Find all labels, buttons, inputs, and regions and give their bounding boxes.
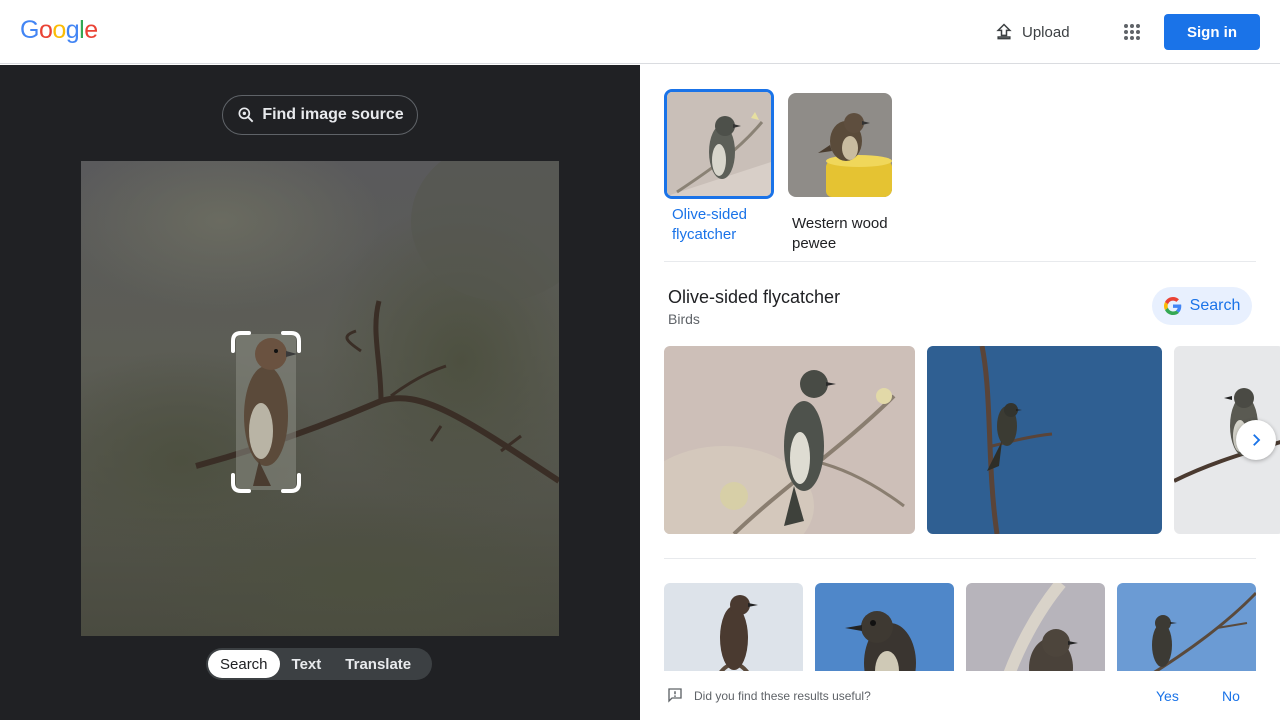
google-g-icon	[1163, 297, 1181, 315]
feedback-question: Did you find these results useful?	[694, 689, 871, 703]
logo-letter: o	[52, 16, 66, 44]
sign-in-button[interactable]: Sign in	[1164, 14, 1260, 50]
entity-title: Olive-sided flycatcher	[668, 287, 841, 307]
tab-text[interactable]: Text	[280, 650, 334, 678]
feedback-yes-button[interactable]: Yes	[1156, 688, 1179, 704]
tab-translate[interactable]: Translate	[333, 650, 423, 678]
query-image-panel: Find image source Search Text Translate	[0, 65, 640, 720]
bird-photo	[81, 161, 559, 636]
suggestion-thumbnail	[788, 93, 892, 197]
lens-search-icon	[238, 107, 254, 123]
chevron-right-icon	[1253, 434, 1261, 446]
logo-letter: G	[20, 16, 39, 44]
result-image[interactable]	[966, 583, 1105, 683]
feedback-icon	[668, 688, 682, 703]
section-divider	[664, 261, 1256, 262]
suggestion-western-wood-pewee[interactable]: Western wood pewee	[788, 93, 900, 253]
entity-search-label: Search	[1189, 297, 1241, 314]
top-bar: Google Upload Sign in	[0, 0, 1280, 64]
google-apps-button[interactable]	[1112, 12, 1152, 52]
section-divider	[664, 558, 1256, 559]
suggestion-olive-sided-flycatcher[interactable]: Olive-sided flycatcher	[664, 89, 776, 249]
logo-letter: e	[84, 16, 98, 44]
upload-icon	[996, 23, 1012, 40]
upload-label: Upload	[1022, 23, 1070, 41]
feedback-bar: Did you find these results useful? Yes N…	[640, 671, 1280, 720]
entity-search-button[interactable]: Search	[1152, 287, 1252, 325]
suggestion-thumbnail	[664, 89, 774, 199]
google-logo[interactable]: Google	[20, 16, 98, 45]
logo-letter: g	[65, 16, 80, 44]
entity-subtitle: Birds	[668, 311, 700, 327]
result-image[interactable]	[927, 346, 1162, 534]
result-image[interactable]	[664, 583, 803, 683]
feedback-no-button[interactable]: No	[1222, 688, 1240, 704]
tab-search[interactable]: Search	[208, 650, 280, 678]
carousel-next-button[interactable]	[1236, 420, 1276, 460]
mode-tabs: Search Text Translate	[206, 648, 432, 680]
apps-grid-icon	[1124, 24, 1140, 40]
query-image[interactable]	[81, 161, 559, 636]
result-image[interactable]	[1117, 583, 1256, 683]
suggestion-label: Western wood pewee	[792, 215, 888, 252]
find-source-label: Find image source	[262, 106, 404, 123]
suggestion-label: Olive-sided flycatcher	[672, 206, 748, 243]
results-panel: Olive-sided flycatcher Western wood pewe…	[640, 65, 1280, 720]
upload-button[interactable]: Upload	[984, 14, 1080, 50]
result-image[interactable]	[664, 346, 915, 534]
logo-letter: o	[38, 16, 53, 44]
result-image[interactable]	[815, 583, 954, 683]
find-image-source-button[interactable]: Find image source	[222, 95, 418, 135]
